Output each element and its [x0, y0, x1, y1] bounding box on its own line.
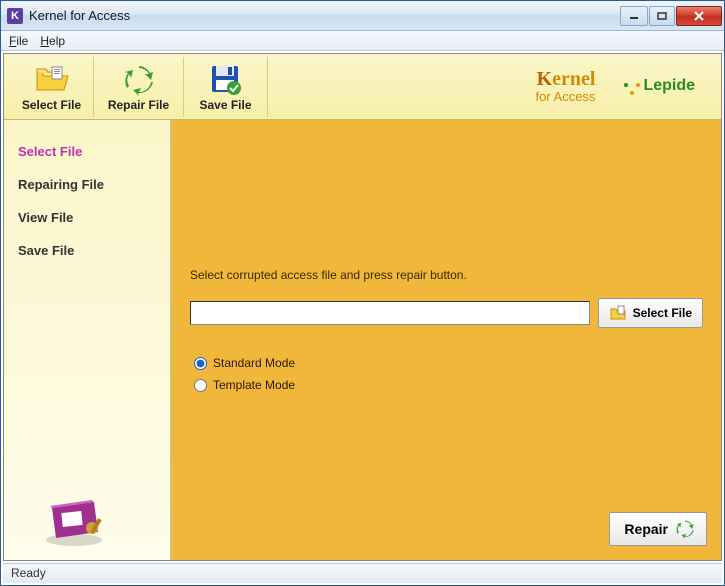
toolbar-select-file[interactable]: Select File — [10, 57, 94, 117]
file-selection-row: Select File — [190, 298, 703, 328]
sidebar-step-select-file[interactable]: Select File — [18, 144, 156, 159]
sidebar: Select File Repairing File View File Sav… — [4, 120, 172, 560]
repair-button-label: Repair — [624, 521, 668, 537]
recycle-icon — [121, 64, 157, 96]
menu-help[interactable]: Help — [40, 34, 65, 48]
radio-template-mode[interactable]: Template Mode — [190, 378, 703, 392]
maximize-icon — [657, 12, 667, 20]
repair-button[interactable]: Repair — [609, 512, 707, 546]
folder-open-icon — [34, 64, 70, 96]
toolbar-repair-file-label: Repair File — [108, 98, 169, 112]
brand-lepide: Lepide — [625, 77, 695, 95]
toolbar-save-file[interactable]: Save File — [184, 57, 268, 117]
select-file-button-label: Select File — [633, 306, 692, 320]
window-title: Kernel for Access — [29, 8, 620, 23]
maximize-button[interactable] — [649, 6, 675, 26]
brand-kernel-sub: for Access — [535, 90, 595, 104]
sidebar-step-repairing-file[interactable]: Repairing File — [18, 177, 156, 192]
window-controls — [620, 6, 722, 26]
content-area: Select File Repair File — [3, 53, 722, 561]
status-text: Ready — [11, 566, 46, 580]
radio-template-label: Template Mode — [213, 378, 295, 392]
file-path-input[interactable] — [190, 301, 590, 325]
select-file-button[interactable]: Select File — [598, 298, 703, 328]
radio-standard-input[interactable] — [194, 357, 207, 370]
sidebar-step-view-file[interactable]: View File — [18, 210, 156, 225]
sidebar-step-save-file[interactable]: Save File — [18, 243, 156, 258]
menubar: File Help — [1, 31, 724, 51]
minimize-icon — [629, 12, 639, 20]
minimize-button[interactable] — [620, 6, 648, 26]
brand-kernel: Kernel for Access — [535, 68, 595, 104]
radio-standard-mode[interactable]: Standard Mode — [190, 356, 703, 370]
toolbar-repair-file[interactable]: Repair File — [94, 57, 184, 117]
body-area: Select File Repairing File View File Sav… — [4, 120, 721, 560]
app-icon: K — [7, 8, 23, 24]
instruction-text: Select corrupted access file and press r… — [190, 268, 703, 282]
close-icon — [693, 11, 705, 21]
radio-standard-label: Standard Mode — [213, 356, 295, 370]
radio-template-input[interactable] — [194, 379, 207, 392]
app-window: K Kernel for Access File Help — [0, 0, 725, 586]
brand-area: Kernel for Access Lepide — [535, 68, 715, 104]
titlebar: K Kernel for Access — [1, 1, 724, 31]
recycle-icon — [674, 518, 696, 540]
close-button[interactable] — [676, 6, 722, 26]
menu-file[interactable]: File — [9, 34, 28, 48]
folder-icon — [609, 304, 627, 322]
toolbar: Select File Repair File — [4, 54, 721, 120]
brand-kernel-text: ernel — [552, 68, 595, 90]
brand-lepide-text: Lepide — [643, 77, 695, 95]
toolbar-save-file-label: Save File — [199, 98, 251, 112]
statusbar: Ready — [3, 563, 722, 583]
access-repair-icon — [44, 498, 114, 548]
toolbar-select-file-label: Select File — [22, 98, 81, 112]
main-panel: Select corrupted access file and press r… — [172, 120, 721, 560]
floppy-save-icon — [208, 64, 244, 96]
